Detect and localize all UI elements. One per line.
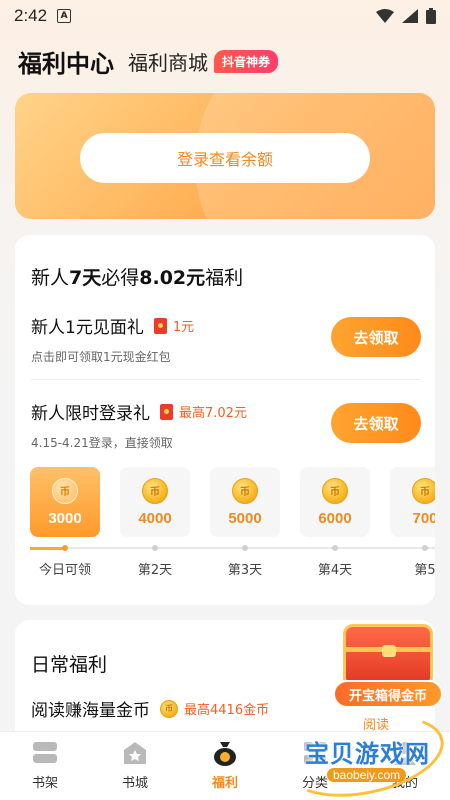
status-time: 2:42 [14,6,48,25]
bookstore-icon [121,740,149,766]
tab-welfare-mall[interactable]: 福利商城 [128,47,208,76]
checkin-day-4[interactable]: 币 6000 [300,467,370,537]
progress-dot [62,545,68,551]
task-name: 新人1元见面礼 [31,318,144,338]
nav-profile[interactable]: 我的 [360,740,450,791]
status-bar: 2:42 A [0,0,450,32]
treasure-chest-icon [343,624,433,684]
daily-card-title: 日常福利 [31,654,108,676]
day-label: 第3天 [227,563,263,578]
coin-icon: 币 [232,477,258,504]
day-label: 今日可领 [38,563,91,578]
checkin-day-5[interactable]: 币 700 [390,467,435,537]
coin-icon: 币 [412,477,435,504]
progress-dot [422,545,428,551]
day-label: 第5 [414,563,435,578]
newbie-card-title: 新人7天必得8.02元福利 [31,267,244,289]
task-newbie-gift: 新人1元见面礼 1元 点击即可领取1元现金红包 去领取 [31,313,421,365]
signal-icon [402,9,418,23]
battery-icon [426,8,436,24]
progress-dot [332,545,338,551]
open-chest-button[interactable]: 开宝箱得金币 [333,680,443,708]
balance-card: 登录查看余额 [15,93,435,219]
task-reward: 最高7.02元 [179,406,247,421]
page-header: 福利中心 福利商城 抖音神券 [18,44,279,79]
checkin-day-3[interactable]: 币 5000 [210,467,280,537]
coin-icon: 币 [322,477,348,504]
divider [31,379,421,380]
newbie-welfare-card: 新人7天必得8.02元福利 新人1元见面礼 1元 点击即可领取1元现金红包 去领… [15,235,435,605]
red-packet-icon [153,317,167,334]
claim-button-newbie-gift[interactable]: 去领取 [331,317,421,357]
progress-track [30,547,435,549]
wifi-icon [376,9,394,23]
welfare-bag-icon [211,740,239,766]
checkin-day-2[interactable]: 币 4000 [120,467,190,537]
bookshelf-icon [31,740,59,766]
coin-amount: 3000 [48,509,82,527]
task-newbie-login: 新人限时登录礼 最高7.02元 4.15-4.21登录，直接领取 去领取 [31,399,421,451]
category-icon [301,740,329,766]
nav-category[interactable]: 分类 [270,740,360,791]
coin-icon: 币 [160,699,178,718]
login-view-balance-button[interactable]: 登录查看余额 [80,133,370,183]
coin-amount: 6000 [318,509,352,527]
nav-bookstore[interactable]: 书城 [90,740,180,791]
coin-icon: 币 [142,477,168,504]
task-reward: 最高4416金币 [184,703,270,718]
task-name: 新人限时登录礼 [31,404,150,424]
red-packet-icon [160,403,173,420]
day-label: 第2天 [137,563,173,578]
treasure-chest-promo[interactable]: 开宝箱得金币 阅读 [333,620,443,735]
coin-amount: 4000 [138,509,172,527]
task-name: 阅读赚海量金币 [31,701,150,721]
douyin-coupon-badge[interactable]: 抖音神券 [214,50,279,73]
profile-icon [391,740,419,766]
coin-amount: 700 [412,509,435,527]
checkin-day-1[interactable]: 币 3000 [30,467,100,537]
notification-icon: A [57,9,72,23]
task-reward: 1元 [172,320,195,335]
progress-fill [30,547,66,550]
progress-dot [152,545,158,551]
claim-button-newbie-login[interactable]: 去领取 [331,403,421,443]
page-title[interactable]: 福利中心 [18,44,114,79]
bottom-nav: 书架 书城 福利 分类 我的 [0,731,450,800]
coin-icon: 币 [52,477,78,504]
progress-dot [242,545,248,551]
daily-checkin-track: 币 3000 币 4000 币 5000 币 6000 币 700 今日可领 第… [30,467,435,587]
day-label: 第4天 [317,563,353,578]
nav-welfare[interactable]: 福利 [180,740,270,791]
coin-amount: 5000 [228,509,262,527]
nav-bookshelf[interactable]: 书架 [0,740,90,791]
